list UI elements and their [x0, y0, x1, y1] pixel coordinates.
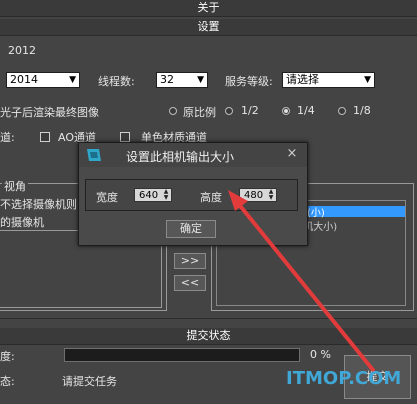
watermark-logo: ITMOP.COM: [286, 368, 402, 389]
annotation-arrow-icon: [228, 190, 375, 372]
